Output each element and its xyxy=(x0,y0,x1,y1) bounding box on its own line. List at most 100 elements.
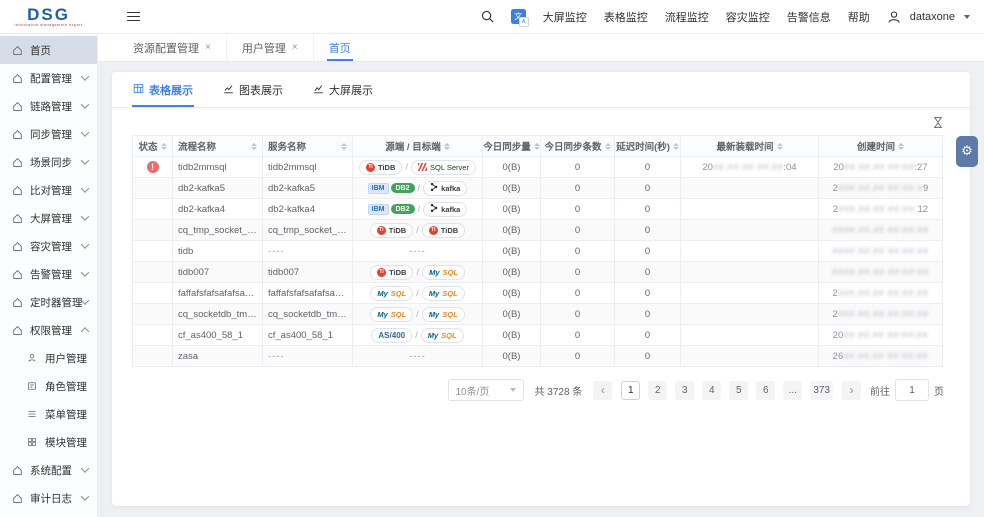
column-header: 服务名称 xyxy=(263,136,353,157)
table-row[interactable]: cq_socketdb_tmp_tes...cq_socketdb_tmp_te… xyxy=(133,304,943,325)
table-row[interactable]: faffafsfafsafafsadff1faffafsfafsafafsadf… xyxy=(133,283,943,304)
tidb-logo: Ti xyxy=(377,268,386,277)
sidebar-item[interactable]: 大屏管理 xyxy=(0,204,97,232)
goto-page-input[interactable] xyxy=(895,379,929,401)
view-tab[interactable]: 图表展示 xyxy=(222,72,284,107)
close-tab-icon[interactable]: × xyxy=(205,43,211,53)
prev-page-button[interactable]: ‹ xyxy=(593,381,612,400)
sort-icon[interactable] xyxy=(161,143,167,150)
time-visible-suffix: 9 xyxy=(923,183,928,194)
sync-count-cell: 0 xyxy=(541,220,615,241)
sort-icon[interactable] xyxy=(898,143,904,150)
workspace-tab[interactable]: 首页 xyxy=(313,34,366,61)
sync-volume: 0(B) xyxy=(503,246,521,257)
page-button[interactable]: 1 xyxy=(621,381,640,400)
page-button[interactable]: 6 xyxy=(756,381,775,400)
view-tab-label: 图表展示 xyxy=(239,82,283,98)
username[interactable]: dataxone xyxy=(910,11,955,23)
language-switch-icon[interactable]: 文A xyxy=(511,9,526,24)
table-row[interactable]: tidb007tidb007TiTiDB/MySQL0(B)00####.##.… xyxy=(133,262,943,283)
sidebar-item[interactable]: 定时器管理 xyxy=(0,288,97,316)
app-logo[interactable]: DSG information management expert xyxy=(0,6,97,27)
chevron-down-icon[interactable] xyxy=(964,15,970,19)
sidebar-item[interactable]: 审计日志 xyxy=(0,484,97,512)
sidebar-collapse-icon[interactable] xyxy=(123,8,144,26)
next-page-button[interactable]: › xyxy=(842,381,861,400)
sort-icon[interactable] xyxy=(341,143,347,150)
table-toolbar xyxy=(112,108,970,135)
settings-drawer-button[interactable]: ⚙ xyxy=(956,136,978,167)
view-tab[interactable]: 表格展示 xyxy=(132,72,194,107)
table-header-row: 状态流程名称服务名称源端 / 目标端今日同步量今日同步条数延迟时间(秒)最新装载… xyxy=(133,136,943,157)
page-button[interactable]: 2 xyxy=(648,381,667,400)
table-row[interactable]: zasa--------0(B)0026##.##.## ##:##:## xyxy=(133,346,943,367)
module-icon xyxy=(27,436,39,448)
column-header-label: 服务名称 xyxy=(268,139,306,153)
view-tab[interactable]: 大屏展示 xyxy=(312,72,374,107)
page-button[interactable]: 4 xyxy=(702,381,721,400)
delay: 0 xyxy=(645,246,650,257)
sort-icon[interactable] xyxy=(534,143,540,150)
close-tab-icon[interactable]: × xyxy=(292,43,298,53)
page-button[interactable]: 3 xyxy=(675,381,694,400)
top-nav-item[interactable]: 流程监控 xyxy=(665,9,709,25)
sort-icon[interactable] xyxy=(777,143,783,150)
load-time-cell xyxy=(681,241,819,262)
sidebar-item[interactable]: 指标管理 xyxy=(0,512,97,517)
home-icon xyxy=(12,240,24,252)
sort-icon[interactable] xyxy=(251,143,257,150)
workspace-tab[interactable]: 资源配置管理× xyxy=(118,34,226,61)
column-header-label: 今日同步量 xyxy=(483,139,531,153)
sort-icon[interactable] xyxy=(673,143,679,150)
sidebar-item[interactable]: 用户管理 xyxy=(0,344,97,372)
mysql-label: SQL xyxy=(442,310,457,319)
table-row[interactable]: tidb--------0(B)00####.##.## ##:##:## xyxy=(133,241,943,262)
sidebar-item[interactable]: 模块管理 xyxy=(0,428,97,456)
process-name-cell: tidb007 xyxy=(173,262,263,283)
sidebar-item-label: 同步管理 xyxy=(30,127,82,142)
workspace-tab[interactable]: 用户管理× xyxy=(226,34,313,61)
sync-count-cell: 0 xyxy=(541,304,615,325)
user-avatar-icon[interactable] xyxy=(887,10,901,24)
top-nav-item[interactable]: 告警信息 xyxy=(787,9,831,25)
table-row[interactable]: !tidb2mmsqltidb2mmsqlTiTiDB/SQL Server0(… xyxy=(133,157,943,178)
sidebar-item[interactable]: 同步管理 xyxy=(0,120,97,148)
sidebar-item[interactable]: 比对管理 xyxy=(0,176,97,204)
page-button[interactable]: 5 xyxy=(729,381,748,400)
sidebar-item[interactable]: 菜单管理 xyxy=(0,400,97,428)
home-icon xyxy=(12,184,24,196)
table-row[interactable]: db2-kafka5db2-kafka5IBMDB2/kafka0(B)002#… xyxy=(133,178,943,199)
sidebar-item[interactable]: 权限管理 xyxy=(0,316,97,344)
top-nav-item[interactable]: 大屏监控 xyxy=(543,9,587,25)
sidebar-item[interactable]: 角色管理 xyxy=(0,372,97,400)
top-nav-item[interactable]: 表格监控 xyxy=(604,9,648,25)
sidebar-item[interactable]: 容灾管理 xyxy=(0,232,97,260)
time-visible-suffix: 12 xyxy=(918,204,929,215)
table-row[interactable]: cf_as400_58_1cf_as400_58_1AS/400/MySQL0(… xyxy=(133,325,943,346)
top-nav-item[interactable]: 帮助 xyxy=(848,9,870,25)
sidebar-submenu: 用户管理角色管理菜单管理模块管理 xyxy=(0,344,97,456)
sidebar-item-label: 定时器管理 xyxy=(30,295,82,310)
sync-volume-cell: 0(B) xyxy=(483,241,541,262)
sidebar-item[interactable]: 首页 xyxy=(0,36,97,64)
column-filter-icon[interactable] xyxy=(932,116,944,129)
table-row[interactable]: cq_tmp_socket_test001cq_tmp_socket_test0… xyxy=(133,220,943,241)
tidb-label: TiDB xyxy=(441,226,458,235)
table-row[interactable]: db2-kafka4db2-kafka4IBMDB2/kafka0(B)002#… xyxy=(133,199,943,220)
sidebar-item[interactable]: 系统配置 xyxy=(0,456,97,484)
page-size-select[interactable]: 10条/页 xyxy=(448,379,524,401)
chevron-down-icon xyxy=(81,268,89,276)
page-ellipsis[interactable]: ... xyxy=(783,381,802,400)
sidebar-item[interactable]: 场景同步 xyxy=(0,148,97,176)
sort-icon[interactable] xyxy=(605,143,611,150)
endpoint-separator: / xyxy=(415,330,418,341)
sort-icon[interactable] xyxy=(444,143,450,150)
sidebar-item[interactable]: 告警管理 xyxy=(0,260,97,288)
sidebar-item[interactable]: 配置管理 xyxy=(0,64,97,92)
time-redacted: ##.##.## ##:##:## xyxy=(843,330,928,341)
top-nav-item[interactable]: 容灾监控 xyxy=(726,9,770,25)
search-icon[interactable] xyxy=(481,10,494,23)
time-visible-prefix: 20 xyxy=(702,162,713,173)
sidebar-item[interactable]: 链路管理 xyxy=(0,92,97,120)
page-button[interactable]: 373 xyxy=(810,381,833,400)
